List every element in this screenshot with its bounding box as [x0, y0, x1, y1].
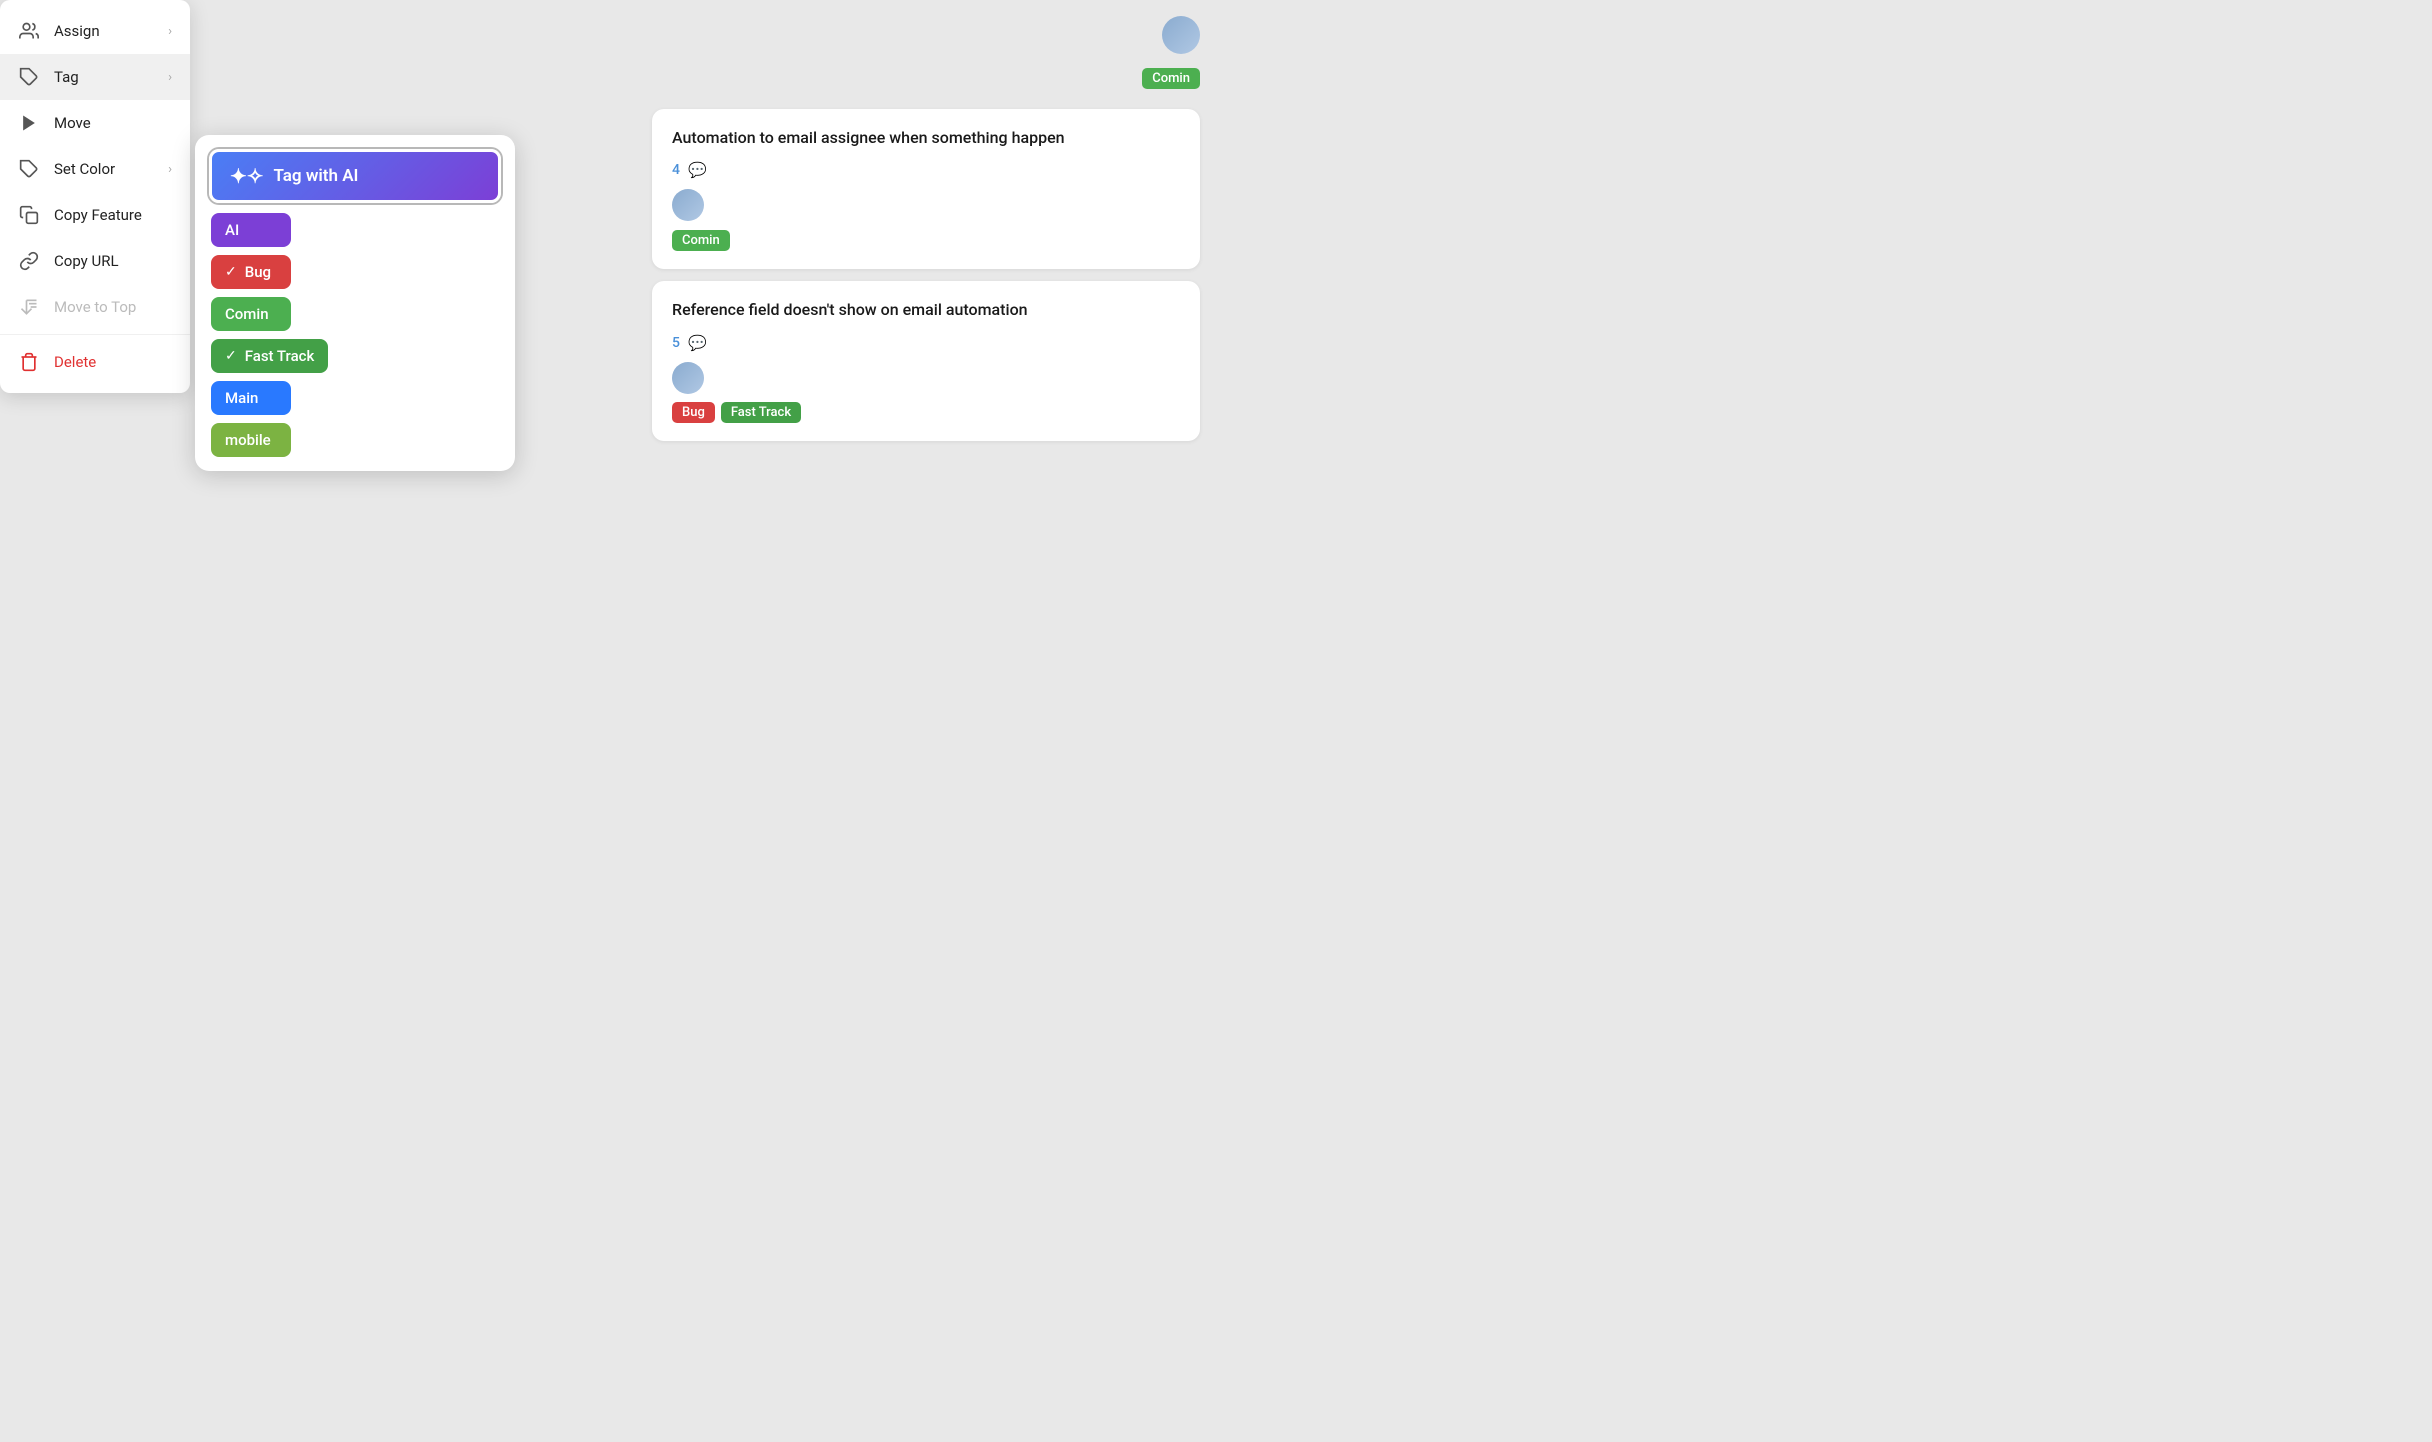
ai-tag-label: AI: [225, 221, 239, 239]
tag-item-main[interactable]: Main: [211, 381, 291, 415]
tag-item-fasttrack[interactable]: ✓ Fast Track: [211, 339, 328, 373]
set-color-icon: [18, 158, 40, 180]
fasttrack-tag-label: Fast Track: [245, 347, 315, 365]
tag-item-bug[interactable]: ✓ Bug: [211, 255, 291, 289]
card1-comment-count: 4: [672, 162, 680, 178]
move-to-top-label: Move to Top: [54, 298, 172, 316]
card2-bug-badge: Bug: [672, 402, 715, 423]
copy-url-label: Copy URL: [54, 252, 172, 270]
card2-comment-icon: 💬: [688, 334, 707, 352]
tag-submenu: ✦✧ Tag with AI AI ✓ Bug Comin ✓ Fast Tra…: [195, 135, 515, 471]
card1-avatar: [672, 189, 704, 221]
menu-divider: [0, 334, 190, 335]
mobile-tag-label: mobile: [225, 431, 271, 449]
menu-item-delete[interactable]: Delete: [0, 339, 190, 385]
move-to-top-icon: [18, 296, 40, 318]
comin-tag-label: Comin: [225, 305, 269, 323]
bug-check-icon: ✓: [225, 264, 237, 280]
fasttrack-check-icon: ✓: [225, 348, 237, 364]
menu-item-set-color[interactable]: Set Color ›: [0, 146, 190, 192]
assign-chevron: ›: [168, 24, 172, 39]
copy-feature-icon: [18, 204, 40, 226]
copy-feature-label: Copy Feature: [54, 206, 172, 224]
card1-comin-badge: Comin: [672, 230, 730, 251]
feature-card-1: Automation to email assignee when someth…: [652, 109, 1200, 269]
move-icon: [18, 112, 40, 134]
menu-item-tag[interactable]: Tag ›: [0, 54, 190, 100]
tag-with-ai-label: Tag with AI: [274, 166, 359, 186]
card2-meta: 5 💬: [672, 334, 1180, 352]
menu-item-copy-url[interactable]: Copy URL: [0, 238, 190, 284]
tag-label: Tag: [54, 68, 154, 86]
tag-icon: [18, 66, 40, 88]
main-tag-label: Main: [225, 389, 258, 407]
set-color-label: Set Color: [54, 160, 154, 178]
card1-meta: 4 💬: [672, 161, 1180, 179]
tag-item-ai[interactable]: AI: [211, 213, 291, 247]
menu-item-copy-feature[interactable]: Copy Feature: [0, 192, 190, 238]
card1-comment-icon: 💬: [688, 161, 707, 179]
menu-item-assign[interactable]: Assign ›: [0, 8, 190, 54]
delete-icon: [18, 351, 40, 373]
tag-with-ai-button[interactable]: ✦✧ Tag with AI: [209, 149, 501, 203]
card1-title: Automation to email assignee when someth…: [672, 127, 1180, 149]
tag-list: AI ✓ Bug Comin ✓ Fast Track Main mobile: [209, 213, 501, 457]
top-avatar: [1162, 16, 1200, 54]
context-menu: Assign › Tag › Move Set Color: [0, 0, 190, 393]
card2-comment-count: 5: [672, 335, 680, 351]
set-color-chevron: ›: [168, 162, 172, 177]
bug-tag-label: Bug: [245, 263, 271, 281]
cards-area: Comin Automation to email assignee when …: [636, 0, 1216, 721]
card2-fasttrack-badge: Fast Track: [721, 402, 801, 423]
top-comin-badge: Comin: [1142, 68, 1200, 89]
tag-item-mobile[interactable]: mobile: [211, 423, 291, 457]
card2-title: Reference field doesn't show on email au…: [672, 299, 1180, 321]
feature-card-2: Reference field doesn't show on email au…: [652, 281, 1200, 440]
menu-item-move-to-top[interactable]: Move to Top: [0, 284, 190, 330]
move-label: Move: [54, 114, 172, 132]
assign-icon: [18, 20, 40, 42]
delete-label: Delete: [54, 353, 172, 371]
tag-chevron: ›: [168, 70, 172, 85]
assign-label: Assign: [54, 22, 154, 40]
copy-url-icon: [18, 250, 40, 272]
ai-star-icon: ✦✧: [230, 164, 264, 188]
card2-avatar: [672, 362, 704, 394]
menu-item-move[interactable]: Move: [0, 100, 190, 146]
tag-item-comin[interactable]: Comin: [211, 297, 291, 331]
